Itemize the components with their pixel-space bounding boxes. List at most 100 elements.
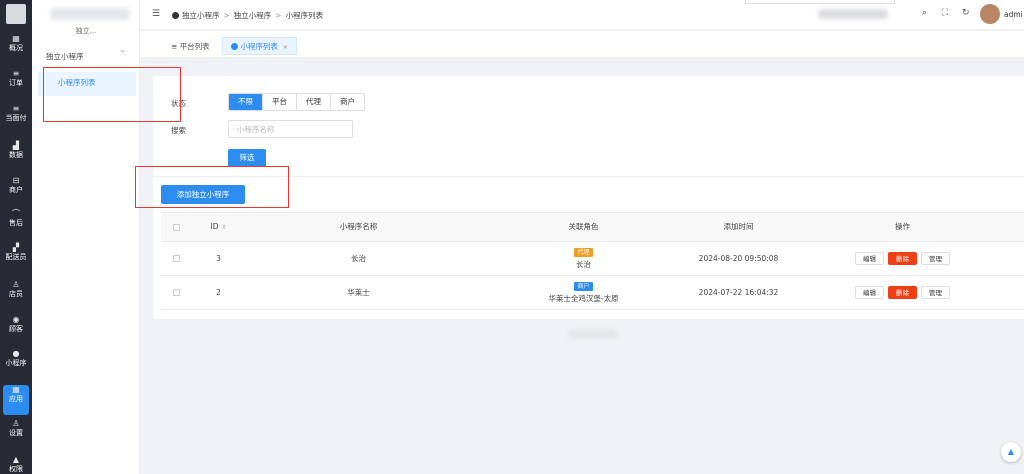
row-checkbox[interactable] bbox=[172, 255, 180, 262]
delete-button[interactable]: 删除 bbox=[888, 286, 917, 299]
rail-item[interactable]: ▞ 配送员 bbox=[0, 243, 32, 273]
staff-icon: ♙ bbox=[12, 280, 20, 289]
rail-item-label: 应用 bbox=[9, 395, 23, 403]
fullscreen-icon[interactable]: ⛶ bbox=[942, 8, 948, 18]
order-icon: ≡ bbox=[12, 69, 20, 78]
column-header-role: 关联角色 bbox=[471, 213, 696, 241]
check-circle-icon bbox=[231, 43, 238, 50]
settings-icon: ♙ bbox=[12, 419, 20, 428]
tab-miniapp-list[interactable]: 小程序列表 × bbox=[222, 37, 297, 55]
chevron-up-icon[interactable]: ⌃ bbox=[119, 49, 126, 58]
cell-role: 代理 长治 bbox=[471, 242, 696, 275]
avatar[interactable] bbox=[980, 4, 1000, 24]
cell-name: 长治 bbox=[351, 254, 366, 263]
pay-icon: ≡ bbox=[12, 104, 20, 113]
rail-item-label: 店员 bbox=[9, 290, 23, 298]
rail-item[interactable]: ◉ 顾客 bbox=[0, 315, 32, 345]
annotation-box bbox=[135, 166, 289, 208]
row-checkbox[interactable] bbox=[172, 289, 180, 296]
menu-fold-icon[interactable]: ☰ bbox=[152, 9, 160, 19]
sort-icon[interactable]: ⇕ bbox=[221, 224, 226, 231]
overview-icon: ▦ bbox=[12, 34, 20, 43]
select-all-checkbox[interactable] bbox=[172, 223, 180, 231]
list-icon: ≡ bbox=[171, 42, 178, 51]
cell-time: 2024-07-22 16:04:32 bbox=[698, 288, 779, 297]
manage-button[interactable]: 管理 bbox=[921, 286, 950, 299]
miniapp-table: ID ⇕ 小程序名称 关联角色 添加时间 操作 3 长治 代理 长治 2024-08-20… bbox=[161, 212, 1024, 310]
status-option-agent[interactable]: 代理 bbox=[297, 94, 331, 110]
rail-item[interactable]: ⌒ 售后 bbox=[0, 209, 32, 239]
breadcrumb-separator: > bbox=[275, 11, 282, 20]
tab-platform-list[interactable]: ≡ 平台列表 bbox=[162, 37, 219, 55]
cell-time: 2024-08-20 09:50:08 bbox=[698, 254, 779, 263]
cell-id: 3 bbox=[216, 254, 221, 263]
left-rail: ▦ 概况 ≡ 订单 ≡ 当面付 ▟ 数据 ⊟ 商户 ⌒ 售后 ▞ 配送员 ♙ 店员 ◉ 顾客 ● 小程序 ▦ 应用 ♙ 设置 ▲… bbox=[0, 0, 32, 474]
role-tag: 代理 bbox=[574, 247, 593, 257]
status-radio-group: 不限 平台 代理 商户 bbox=[228, 93, 365, 111]
rail-item[interactable]: ▲ 权限 bbox=[0, 455, 32, 474]
rail-item-label: 售后 bbox=[9, 219, 23, 227]
rail-item-label: 概况 bbox=[9, 44, 23, 52]
cell-name: 华莱士 bbox=[347, 288, 370, 297]
rail-item[interactable]: ♙ 设置 bbox=[0, 419, 32, 449]
role-name: 华莱士全鸡汉堡-太原 bbox=[548, 293, 619, 303]
aftersale-icon: ⌒ bbox=[12, 209, 20, 218]
logo[interactable] bbox=[6, 4, 26, 24]
search-input[interactable] bbox=[228, 120, 353, 138]
delete-button[interactable]: 删除 bbox=[888, 252, 917, 265]
filter-form: 状态 不限 平台 代理 商户 搜索 筛选 bbox=[153, 76, 1024, 176]
shop-name: 独立... bbox=[75, 27, 97, 35]
breadcrumb-home-icon bbox=[172, 12, 179, 19]
row-select-cell bbox=[161, 276, 191, 309]
rail-item[interactable]: ▦ 概况 bbox=[0, 34, 32, 64]
username[interactable]: admi bbox=[1004, 10, 1023, 19]
rail-item-label: 商户 bbox=[9, 186, 23, 194]
close-icon[interactable]: × bbox=[283, 44, 288, 51]
edit-button[interactable]: 编辑 bbox=[855, 252, 884, 265]
annotation-box bbox=[43, 67, 181, 122]
status-option-platform[interactable]: 平台 bbox=[263, 94, 297, 110]
rail-item-label: 设置 bbox=[9, 429, 23, 437]
status-option-all[interactable]: 不限 bbox=[229, 94, 263, 110]
rail-item-label: 配送员 bbox=[5, 253, 27, 261]
rail-item[interactable]: ≡ 当面付 bbox=[0, 104, 32, 134]
breadcrumb-item[interactable]: 独立小程序 bbox=[182, 11, 220, 20]
role-tag: 商户 bbox=[574, 281, 593, 291]
column-header-actions: 操作 bbox=[781, 213, 1024, 241]
rail-item[interactable]: ⊟ 商户 bbox=[0, 176, 32, 206]
action-group: 编辑 删除 管理 bbox=[855, 252, 950, 265]
rail-item[interactable]: ▟ 数据 bbox=[0, 141, 32, 171]
blurred-pagination bbox=[568, 330, 618, 338]
status-option-merchant[interactable]: 商户 bbox=[331, 94, 364, 110]
column-header-time: 添加时间 bbox=[696, 213, 781, 241]
header-label: ID bbox=[210, 222, 219, 231]
submenu-group-label[interactable]: 独立小程序 bbox=[46, 51, 84, 62]
role-name: 长治 bbox=[576, 259, 591, 269]
apps-icon: ▦ bbox=[12, 385, 20, 394]
cell-id: 2 bbox=[216, 288, 221, 297]
back-to-top-button[interactable]: ▲ bbox=[1001, 442, 1021, 462]
tab-label: 平台列表 bbox=[179, 42, 210, 51]
select-all-cell bbox=[161, 213, 191, 241]
rail-item[interactable]: ≡ 订单 bbox=[0, 69, 32, 99]
tab-strip: ≡ 平台列表 小程序列表 × bbox=[140, 31, 1024, 58]
rail-item-label: 数据 bbox=[9, 151, 23, 159]
blurred-shop-logo bbox=[50, 8, 130, 20]
column-header-id[interactable]: ID ⇕ bbox=[191, 213, 246, 241]
rail-item-label: 当面付 bbox=[5, 114, 27, 122]
rail-item[interactable]: ▦ 应用 bbox=[3, 385, 29, 415]
rail-item[interactable]: ● 小程序 bbox=[0, 349, 32, 379]
rail-item-label: 顾客 bbox=[9, 325, 23, 333]
rail-item[interactable]: ♙ 店员 bbox=[0, 280, 32, 310]
breadcrumb-item[interactable]: 独立小程序 bbox=[234, 11, 272, 20]
edit-button[interactable]: 编辑 bbox=[855, 286, 884, 299]
breadcrumb: 独立小程序 > 独立小程序 > 小程序列表 bbox=[172, 10, 323, 21]
refresh-icon[interactable]: ↻ bbox=[962, 8, 970, 18]
search-icon[interactable]: ⌕ bbox=[922, 8, 927, 18]
manage-button[interactable]: 管理 bbox=[921, 252, 950, 265]
miniapp-icon: ● bbox=[12, 349, 20, 358]
filter-button[interactable]: 筛选 bbox=[228, 149, 266, 167]
table-row: 3 长治 代理 长治 2024-08-20 09:50:08 编辑 删除 管理 bbox=[161, 242, 1024, 276]
rail-item-label: 订单 bbox=[9, 79, 23, 87]
rail-item-label: 小程序 bbox=[5, 359, 27, 367]
